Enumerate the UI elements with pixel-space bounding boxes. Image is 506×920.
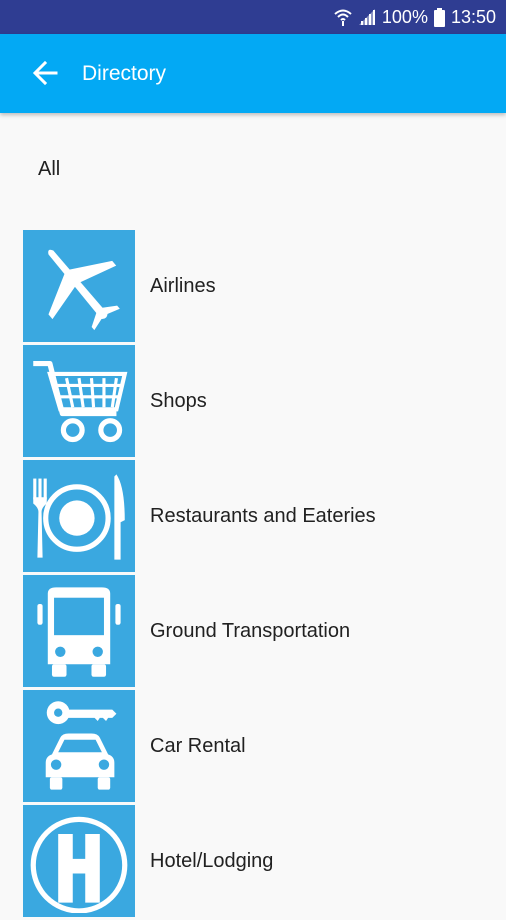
bus-icon — [23, 575, 135, 687]
page-title: Directory — [82, 62, 167, 85]
arrow-back-icon — [32, 60, 58, 91]
filter-all[interactable]: All — [38, 158, 60, 181]
status-time: 13:50 — [450, 6, 496, 27]
battery-percent: 100% — [381, 6, 428, 27]
signal-icon — [358, 8, 376, 26]
restaurant-icon — [23, 460, 135, 572]
shopping-cart-icon — [23, 345, 135, 457]
back-button[interactable] — [22, 52, 68, 98]
battery-icon — [433, 7, 445, 27]
list-item-label: Restaurants and Eateries — [150, 505, 376, 527]
hotel-icon — [23, 805, 135, 917]
list-item-hotel[interactable]: Hotel/Lodging — [23, 805, 506, 920]
status-icons: 100% 13:50 — [334, 0, 496, 34]
airplane-icon — [23, 230, 135, 342]
list-item-label: Ground Transportation — [150, 620, 351, 642]
list-item-shops[interactable]: Shops — [23, 345, 506, 460]
list-item-label: Car Rental — [150, 735, 246, 757]
list-item-label: Shops — [150, 390, 207, 412]
list-item-car-rental[interactable]: Car Rental — [23, 690, 506, 805]
status-bar: 100% 13:50 — [0, 0, 506, 34]
list-item-airlines[interactable]: Airlines — [23, 230, 506, 345]
list-item-restaurants[interactable]: Restaurants and Eateries — [23, 460, 506, 575]
car-rental-icon — [23, 690, 135, 802]
directory-list: Airlines Shops Restaurants and Eateries … — [23, 230, 506, 920]
app-bar: Directory — [0, 34, 506, 113]
list-item-ground-transportation[interactable]: Ground Transportation — [23, 575, 506, 690]
wifi-icon — [334, 8, 352, 26]
list-item-label: Airlines — [150, 275, 216, 297]
list-item-label: Hotel/Lodging — [150, 850, 274, 872]
